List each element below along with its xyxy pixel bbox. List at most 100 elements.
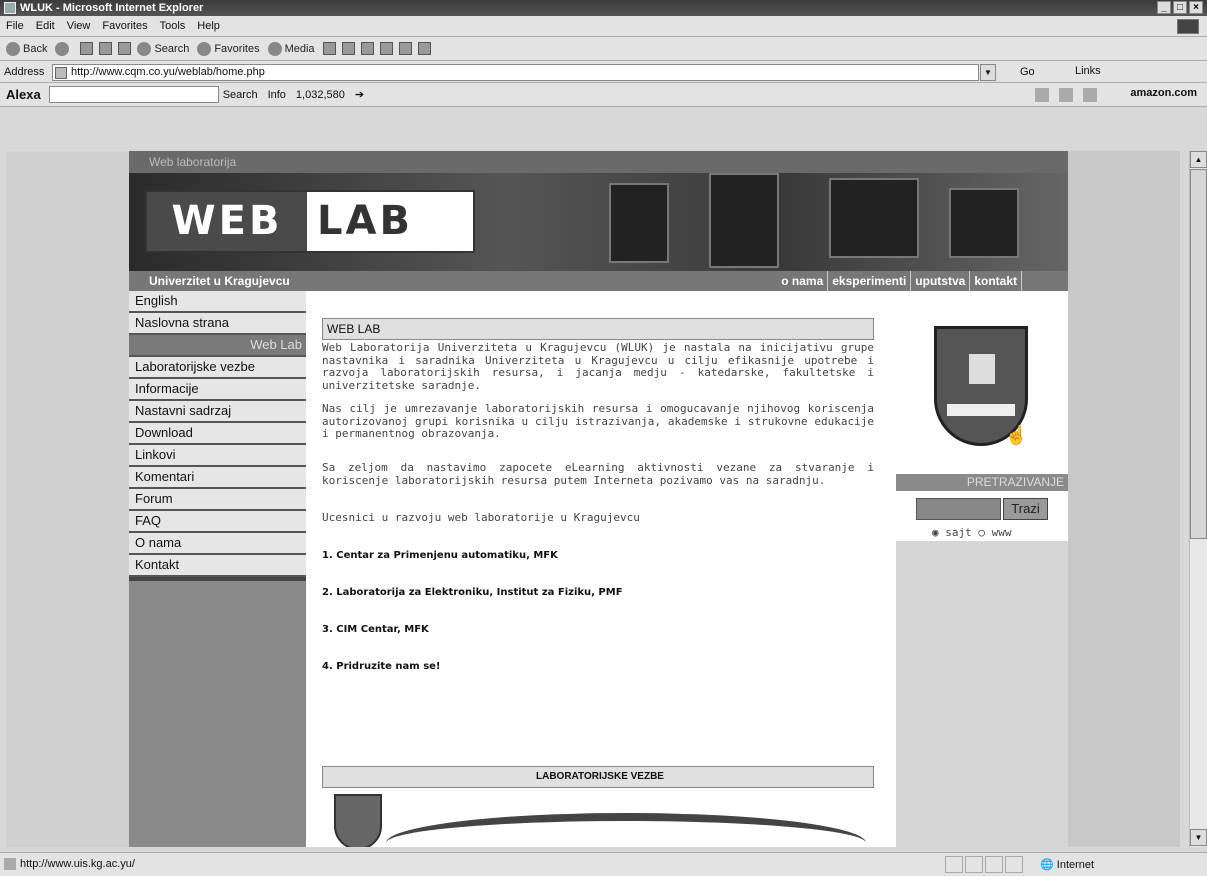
menu-help[interactable]: Help <box>197 20 220 32</box>
intro-paragraph: Web Laboratorija Univerziteta u Kragujev… <box>322 341 874 392</box>
menu-edit[interactable]: Edit <box>36 20 55 32</box>
swoosh-graphic <box>386 813 866 847</box>
security-zone: 🌐 Internet <box>1040 859 1095 871</box>
mail-icon[interactable] <box>341 42 355 55</box>
menu-tools[interactable]: Tools <box>160 20 186 32</box>
ie-icon <box>4 2 16 14</box>
printer-icon[interactable] <box>1059 88 1073 102</box>
topnav-o-nama[interactable]: o nama <box>777 271 829 291</box>
logo-lab-text: LAB <box>317 198 413 244</box>
banner: WEB LAB <box>129 173 1068 271</box>
site-header: Web laboratorija <box>129 151 1068 173</box>
home-icon[interactable] <box>118 42 132 55</box>
menu-favorites[interactable]: Favorites <box>102 20 147 32</box>
participant-item[interactable]: 2. Laboratorija za Elektroniku, Institut… <box>322 587 623 598</box>
alexa-logo[interactable]: Alexa <box>6 87 41 102</box>
address-input[interactable]: http://www.cqm.co.yu/weblab/home.php <box>52 64 979 81</box>
nav-english[interactable]: English <box>129 291 306 313</box>
toolbar: Back Search Favorites Media <box>0 37 1207 61</box>
left-nav: English Naslovna strana Web Lab Laborato… <box>129 291 306 847</box>
topnav-eksperimenti[interactable]: eksperimenti <box>828 271 912 291</box>
nav-o-nama[interactable]: O nama <box>129 533 306 555</box>
search-icon <box>137 41 152 56</box>
search-button[interactable]: Search <box>137 41 189 56</box>
favorites-icon <box>197 41 212 56</box>
address-url: http://www.cqm.co.yu/weblab/home.php <box>71 66 265 78</box>
search-submit-button[interactable]: Trazi <box>1003 498 1048 520</box>
scroll-down-icon[interactable]: ▼ <box>1190 829 1207 846</box>
back-button[interactable]: Back <box>6 41 47 56</box>
university-small-logo[interactable] <box>334 794 382 847</box>
refresh-icon[interactable] <box>99 42 113 55</box>
messenger-icon[interactable] <box>417 42 431 55</box>
address-dropdown-icon[interactable]: ▼ <box>980 64 996 81</box>
nav-informacije[interactable]: Informacije <box>129 379 306 401</box>
page-icon <box>4 858 16 870</box>
status-text: http://www.uis.kg.ac.yu/ <box>20 858 135 870</box>
nav-forum[interactable]: Forum <box>129 489 306 511</box>
menu-file[interactable]: File <box>6 20 24 32</box>
vertical-scrollbar[interactable]: ▲ ▼ <box>1189 151 1207 847</box>
alexa-rank: 1,032,580 <box>295 88 345 101</box>
search-scope-radios: ◉ sajt ○ www <box>932 526 1012 539</box>
alexa-info-button[interactable]: Info <box>268 89 286 101</box>
nav-download[interactable]: Download <box>129 423 306 445</box>
radio-www[interactable]: ○ <box>978 526 985 539</box>
site-search-input[interactable] <box>916 498 1001 520</box>
site-container: Web laboratorija WEB LAB Univerzitet u K… <box>129 151 1068 847</box>
page-icon <box>55 67 67 79</box>
goal-paragraph: Nas cilj je umrezavanje laboratorijskih … <box>322 402 874 440</box>
print-icon[interactable] <box>360 42 374 55</box>
forward-arrow-icon <box>55 41 70 56</box>
nav-komentari[interactable]: Komentari <box>129 467 306 489</box>
topnav-uputstva[interactable]: uputstva <box>911 271 971 291</box>
back-arrow-icon <box>6 41 20 56</box>
close-button[interactable]: × <box>1189 1 1203 14</box>
highlight-icon[interactable] <box>1035 88 1049 102</box>
participants-heading: Ucesnici u razvoju web laboratorije u Kr… <box>322 511 640 524</box>
discuss-icon[interactable] <box>398 42 412 55</box>
logo-web-text: WEB <box>147 192 307 251</box>
favorites-button[interactable]: Favorites <box>197 41 260 56</box>
topnav-kontakt[interactable]: kontakt <box>970 271 1022 291</box>
menu-bar: File Edit View Favorites Tools Help <box>0 16 1207 37</box>
menu-view[interactable]: View <box>67 20 91 32</box>
scroll-thumb[interactable] <box>1190 169 1207 539</box>
alexa-next-icon[interactable]: ➔ <box>355 88 364 101</box>
edit-icon[interactable] <box>379 42 393 55</box>
right-sidebar: PRETRAZIVANJE Trazi ◉ sajt ○ www <box>896 291 1068 847</box>
participant-item[interactable]: 1. Centar za Primenjenu automatiku, MFK <box>322 550 558 561</box>
minimize-button[interactable]: _ <box>1157 1 1171 14</box>
history-icon[interactable] <box>322 42 336 55</box>
scroll-up-icon[interactable]: ▲ <box>1190 151 1207 168</box>
nav-faq[interactable]: FAQ <box>129 511 306 533</box>
go-button[interactable]: Go <box>1020 66 1035 78</box>
nav-nastavni-sadrzaj[interactable]: Nastavni sadrzaj <box>129 401 306 423</box>
nav-laboratorijske-vezbe[interactable]: Laboratorijske vezbe <box>129 357 306 379</box>
stop-icon[interactable] <box>80 42 94 55</box>
title-bar: WLUK - Microsoft Internet Explorer _ □ × <box>0 0 1207 16</box>
amazon-link[interactable]: amazon.com <box>1130 87 1197 99</box>
top-nav-bar: Univerzitet u Kragujevcu o nama eksperim… <box>129 271 1068 291</box>
search-heading: PRETRAZIVANJE <box>896 474 1068 491</box>
wayback-icon[interactable] <box>1083 88 1097 102</box>
address-label: Address <box>4 65 45 78</box>
university-link[interactable]: Univerzitet u Kragujevcu <box>149 271 290 291</box>
maximize-button[interactable]: □ <box>1173 1 1187 14</box>
participant-item[interactable]: 3. CIM Centar, MFK <box>322 624 429 635</box>
media-button[interactable]: Media <box>267 41 315 56</box>
alexa-search-input[interactable] <box>48 86 219 103</box>
page-viewport: Web laboratorija WEB LAB Univerzitet u K… <box>6 151 1180 847</box>
forward-button[interactable] <box>55 41 72 56</box>
alexa-toolbar: Alexa Search Info 1,032,580 ➔ amazon.com <box>0 83 1207 107</box>
nav-naslovna-strana[interactable]: Naslovna strana <box>129 313 306 335</box>
links-button[interactable]: Links <box>1075 65 1101 77</box>
lab-exercises-title: LABORATORIJSKE VEZBE <box>322 766 874 788</box>
nav-linkovi[interactable]: Linkovi <box>129 445 306 467</box>
nav-kontakt[interactable]: Kontakt <box>129 555 306 577</box>
nav-section-weblab: Web Lab <box>129 335 306 357</box>
alexa-search-button[interactable]: Search <box>223 89 258 101</box>
globe-icon: 🌐 <box>1040 859 1054 871</box>
participant-item[interactable]: 4. Pridruzite nam se! <box>322 661 441 672</box>
radio-sajt[interactable]: ◉ <box>932 526 939 539</box>
